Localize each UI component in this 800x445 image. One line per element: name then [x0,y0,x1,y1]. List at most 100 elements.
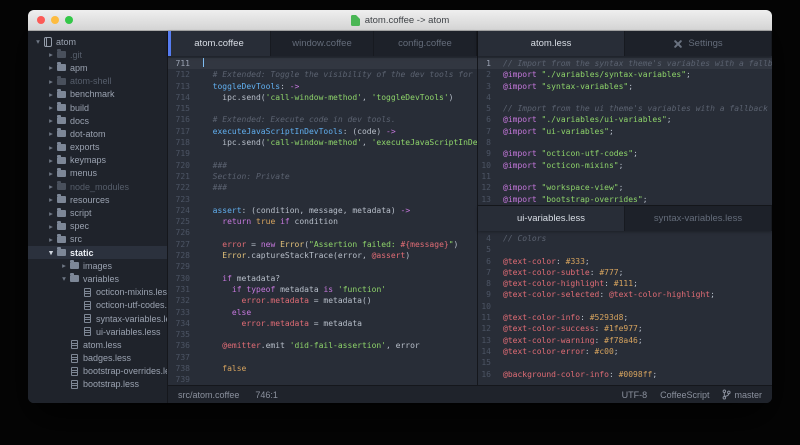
code-text: @text-color-warning: #f78a46; [503,335,643,346]
code-line: 6@text-color: #333; [478,256,772,267]
file-icon [71,354,78,363]
tree-item-git[interactable]: ▸.git [28,48,167,61]
tree-item-atom[interactable]: ▾atom [28,35,167,48]
tree-item-badges-less[interactable]: badges.less [28,352,167,365]
tree-item-label: menus [70,168,97,178]
chevron-down-icon: ▾ [59,274,69,283]
settings-tools-icon [673,39,683,49]
right-top-code-editor[interactable]: 1// Import from the syntax theme's varia… [478,56,772,205]
code-line: 718 ipc.send('call-window-method', 'exec… [168,137,477,148]
code-line: 8@text-color-highlight: #111; [478,278,772,289]
tree-item-docs[interactable]: ▸docs [28,114,167,127]
tree-item-octicon-utf-codes-less[interactable]: octicon-utf-codes.less [28,299,167,312]
tab-syntax-variables-less[interactable]: syntax-variables.less [625,206,772,231]
tree-item-node-modules[interactable]: ▸node_modules [28,180,167,193]
tree-item-resources[interactable]: ▸resources [28,193,167,206]
folder-icon [57,210,66,217]
line-number: 718 [168,137,198,148]
chevron-right-icon: ▸ [46,222,56,231]
tree-item-label: atom [56,37,76,47]
tree-item-label: resources [70,195,110,205]
tab-settings[interactable]: Settings [625,31,772,56]
code-text: @emitter.emit 'did-fail-assertion', erro… [203,340,420,351]
window-content: ▾atom▸.git▸apm▸atom-shell▸benchmark▸buil… [28,31,772,403]
folder-icon [57,78,66,85]
tree-item-octicon-mixins-less[interactable]: octicon-mixins.less [28,286,167,299]
code-line: 16@background-color-info: #0098ff; [478,369,772,380]
line-number: 736 [168,340,198,351]
tree-item-menus[interactable]: ▸menus [28,167,167,180]
code-text: # Extended: Toggle the visibility of the… [203,69,477,80]
tab-window-coffee[interactable]: window.coffee [271,31,374,56]
tree-item-apm[interactable]: ▸ apm [28,61,167,74]
tree-item-atom-shell[interactable]: ▸atom-shell [28,75,167,88]
chevron-right-icon: ▸ [46,182,56,191]
line-number: 713 [168,81,198,92]
tree-item-static[interactable]: ▾static [28,246,167,259]
tree-item-label: apm [70,63,88,73]
line-number: 6 [478,256,498,267]
code-line: 721 Section: Private [168,171,477,182]
code-text: ### [203,182,227,193]
file-icon [84,327,91,336]
tree-item-atom-less[interactable]: atom.less [28,338,167,351]
tree-item-keymaps[interactable]: ▸keymaps [28,154,167,167]
line-number: 7 [478,267,498,278]
tab-label: window.coffee [292,38,352,49]
tab-atom-less[interactable]: atom.less [478,31,625,56]
line-number: 10 [478,160,498,171]
tree-item-label: bootstrap.less [83,379,139,389]
tree-item-label: badges.less [83,353,131,363]
tree-item-label: variables [83,274,119,284]
tree-view[interactable]: ▾atom▸.git▸apm▸atom-shell▸benchmark▸buil… [28,31,168,403]
tree-item-label: bootstrap-overrides.less [83,366,168,376]
tree-item-syntax-variables-less[interactable]: syntax-variables.less [28,312,167,325]
line-number: 737 [168,352,198,363]
tab-atom-coffee[interactable]: atom.coffee [168,31,271,56]
tab-ui-variables-less[interactable]: ui-variables.less [478,206,625,231]
status-grammar[interactable]: CoffeeScript [660,390,709,400]
tree-item-images[interactable]: ▸images [28,259,167,272]
tree-item-exports[interactable]: ▸exports [28,141,167,154]
code-line: 9@text-color-selected: @text-color-highl… [478,289,772,300]
code-line: 730 if metadata? [168,273,477,284]
folder-icon [57,104,66,111]
status-right: UTF-8 CoffeeScript ma [622,389,762,400]
line-number: 732 [168,295,198,306]
code-text: if typeof metadata is 'function' [203,284,386,295]
line-number: 734 [168,318,198,329]
chevron-right-icon: ▸ [46,63,56,72]
tree-item-src[interactable]: ▸src [28,233,167,246]
folder-icon [57,183,66,190]
tree-item-label: atom-shell [70,76,112,86]
folder-icon [57,117,66,124]
line-number: 7 [478,126,498,137]
chevron-down-icon: ▾ [46,248,56,257]
left-code-editor[interactable]: 711712 # Extended: Toggle the visibility… [168,56,477,385]
line-number: 5 [478,103,498,114]
tree-item-label: script [70,208,92,218]
tree-item-variables[interactable]: ▾ variables [28,272,167,285]
code-line: 5// Import from the ui theme's variables… [478,103,772,114]
line-number: 725 [168,216,198,227]
code-text: error = new Error("Assertion failed: #{m… [203,239,458,250]
folder-icon [70,262,79,269]
tree-item-spec[interactable]: ▸spec [28,220,167,233]
tree-item-dot-atom[interactable]: ▸dot-atom [28,127,167,140]
code-text [203,58,204,69]
tree-item-bootstrap-overrides-less[interactable]: bootstrap-overrides.less [28,365,167,378]
code-line: 7@text-color-subtle: #777; [478,267,772,278]
code-line: 739 [168,374,477,385]
tree-item-script[interactable]: ▸script [28,206,167,219]
tree-item-benchmark[interactable]: ▸benchmark [28,88,167,101]
tree-item-bootstrap-less[interactable]: bootstrap.less [28,378,167,391]
status-cursor-position[interactable]: 746:1 [255,390,278,400]
tab-config-coffee[interactable]: config.coffee [374,31,477,56]
tree-item-build[interactable]: ▸build [28,101,167,114]
right-bottom-code-editor[interactable]: 4// Colors56@text-color: #333;7@text-col… [478,231,772,385]
code-line: 733 else [168,307,477,318]
code-line: 732 error.metadata = metadata() [168,295,477,306]
status-bar: src/atom.coffee 746:1 UTF-8 CoffeeScript [168,385,772,403]
tree-item-ui-variables-less[interactable]: ui-variables.less [28,325,167,338]
status-encoding[interactable]: UTF-8 [622,390,648,400]
